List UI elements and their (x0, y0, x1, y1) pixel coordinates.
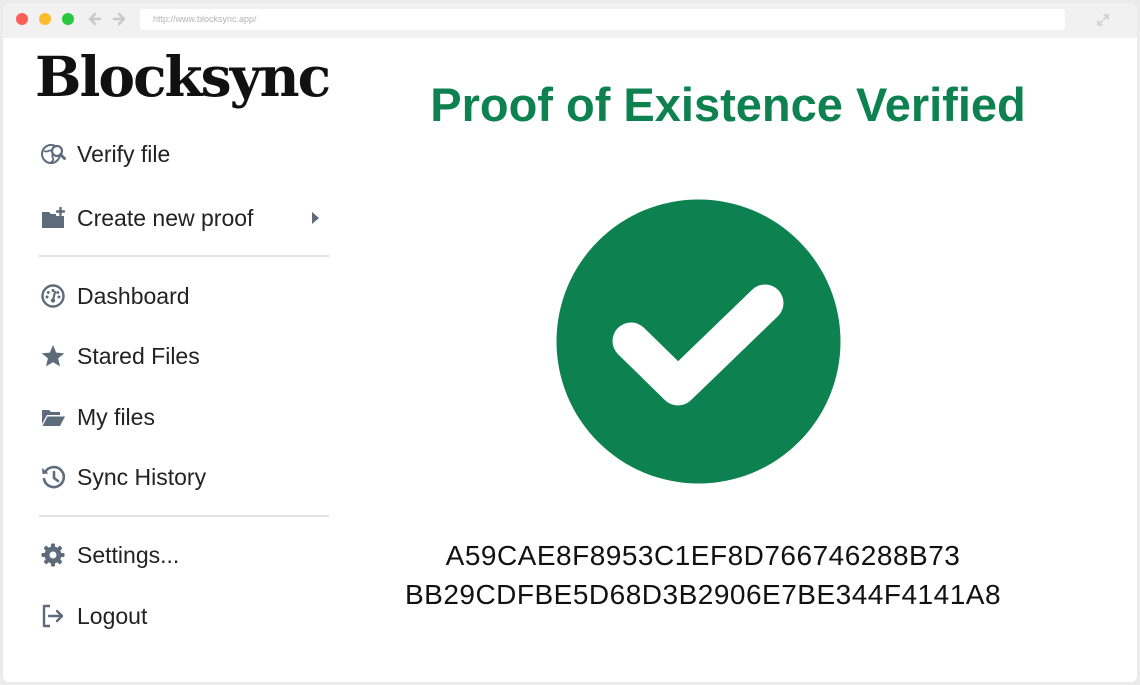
history-icon (40, 463, 68, 491)
star-icon (40, 342, 68, 370)
hash-line-1: A59CAE8F8953C1EF8D766746288B73 (445, 540, 961, 571)
sidebar-divider (39, 255, 329, 257)
proof-hash: A59CAE8F8953C1EF8D766746288B73 BB29CDFBE… (343, 536, 1063, 614)
sidebar-divider (39, 515, 329, 517)
sidebar-item-sync-history[interactable]: Sync History (40, 461, 340, 493)
sidebar-item-label: Settings... (77, 541, 180, 568)
gear-icon (40, 541, 68, 569)
chevron-right-icon[interactable] (310, 211, 320, 225)
browser-window: http://www.blocksync.app/ Blocksync Veri… (3, 3, 1137, 682)
folder-open-icon (40, 403, 68, 431)
folder-plus-icon (40, 204, 68, 232)
sidebar-item-logout[interactable]: Logout (40, 600, 340, 632)
check-circle-icon (556, 199, 841, 484)
sidebar-item-label: Dashboard (77, 282, 190, 309)
sidebar-item-verify-file[interactable]: Verify file (40, 138, 340, 170)
sidebar-item-settings[interactable]: Settings... (40, 539, 340, 571)
sidebar-item-label: Sync History (77, 463, 207, 490)
sidebar-item-label: Logout (77, 602, 148, 629)
back-arrow-icon[interactable] (88, 11, 102, 27)
sidebar-item-label: Verify file (77, 140, 171, 167)
sidebar-item-create-new-proof[interactable]: Create new proof (40, 202, 340, 234)
minimize-window-button[interactable] (39, 13, 51, 25)
logout-icon (40, 602, 68, 630)
hash-line-2: BB29CDFBE5D68D3B2906E7BE344F4141A8 (404, 579, 1002, 610)
url-text: http://www.blocksync.app/ (153, 14, 257, 24)
close-window-button[interactable] (16, 13, 28, 25)
brand-logo[interactable]: Blocksync (35, 41, 331, 113)
maximize-window-button[interactable] (62, 13, 74, 25)
browser-titlebar: http://www.blocksync.app/ (3, 3, 1137, 38)
address-bar[interactable]: http://www.blocksync.app/ (140, 9, 1065, 30)
fullscreen-icon[interactable] (1096, 13, 1110, 27)
sidebar-item-dashboard[interactable]: Dashboard (40, 280, 340, 312)
sidebar-item-my-files[interactable]: My files (40, 401, 340, 433)
forward-arrow-icon[interactable] (112, 11, 126, 27)
page-title: Proof of Existence Verified (430, 78, 1026, 131)
sidebar-item-stared-files[interactable]: Stared Files (40, 340, 340, 372)
sidebar-item-label: Create new proof (77, 204, 254, 231)
sidebar-item-label: Stared Files (77, 342, 200, 369)
sidebar-item-label: My files (77, 403, 155, 430)
globe-search-icon (40, 140, 68, 168)
dashboard-gauge-icon (40, 282, 68, 310)
